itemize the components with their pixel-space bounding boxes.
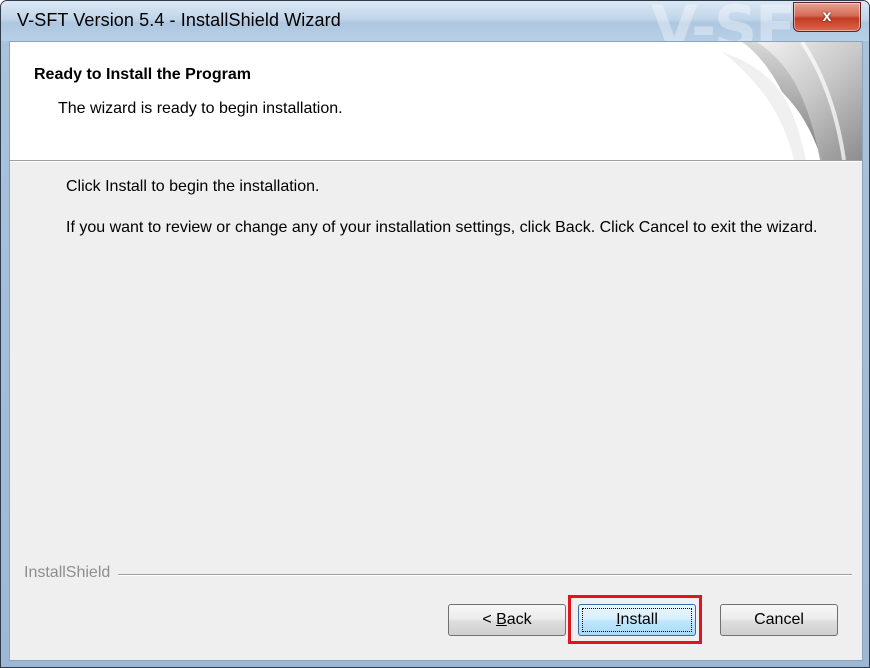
- installshield-branding: InstallShield: [10, 564, 862, 584]
- back-button-label: ack: [506, 611, 532, 628]
- instruction-text: Click Install to begin the installation.: [66, 178, 320, 195]
- wizard-header: Ready to Install the Program The wizard …: [10, 42, 862, 161]
- page-title: Ready to Install the Program: [34, 66, 251, 83]
- installer-window: V-SF V-SFT Version 5.4 - InstallShield W…: [0, 0, 870, 668]
- cancel-button-label: Cancel: [754, 611, 804, 628]
- install-focus-rect: [582, 608, 692, 632]
- page-subtitle: The wizard is ready to begin installatio…: [58, 100, 343, 117]
- cancel-button[interactable]: Cancel: [720, 604, 838, 636]
- back-button[interactable]: < Back: [448, 604, 566, 636]
- wizard-client-area: Ready to Install the Program The wizard …: [9, 41, 863, 661]
- review-settings-text: If you want to review or change any of y…: [66, 219, 818, 236]
- back-button-mnemonic: B: [496, 611, 507, 628]
- close-button[interactable]: x: [793, 2, 861, 32]
- close-icon: x: [822, 8, 832, 25]
- header-divider: [10, 161, 862, 162]
- branding-divider: [24, 574, 852, 576]
- window-title: V-SFT Version 5.4 - InstallShield Wizard: [17, 10, 341, 30]
- installshield-page-curl-icon: [722, 42, 862, 160]
- installshield-label: InstallShield: [24, 564, 119, 582]
- install-button[interactable]: Install: [578, 604, 696, 636]
- back-button-prefix: <: [482, 611, 497, 628]
- title-bar[interactable]: V-SF V-SFT Version 5.4 - InstallShield W…: [1, 1, 869, 63]
